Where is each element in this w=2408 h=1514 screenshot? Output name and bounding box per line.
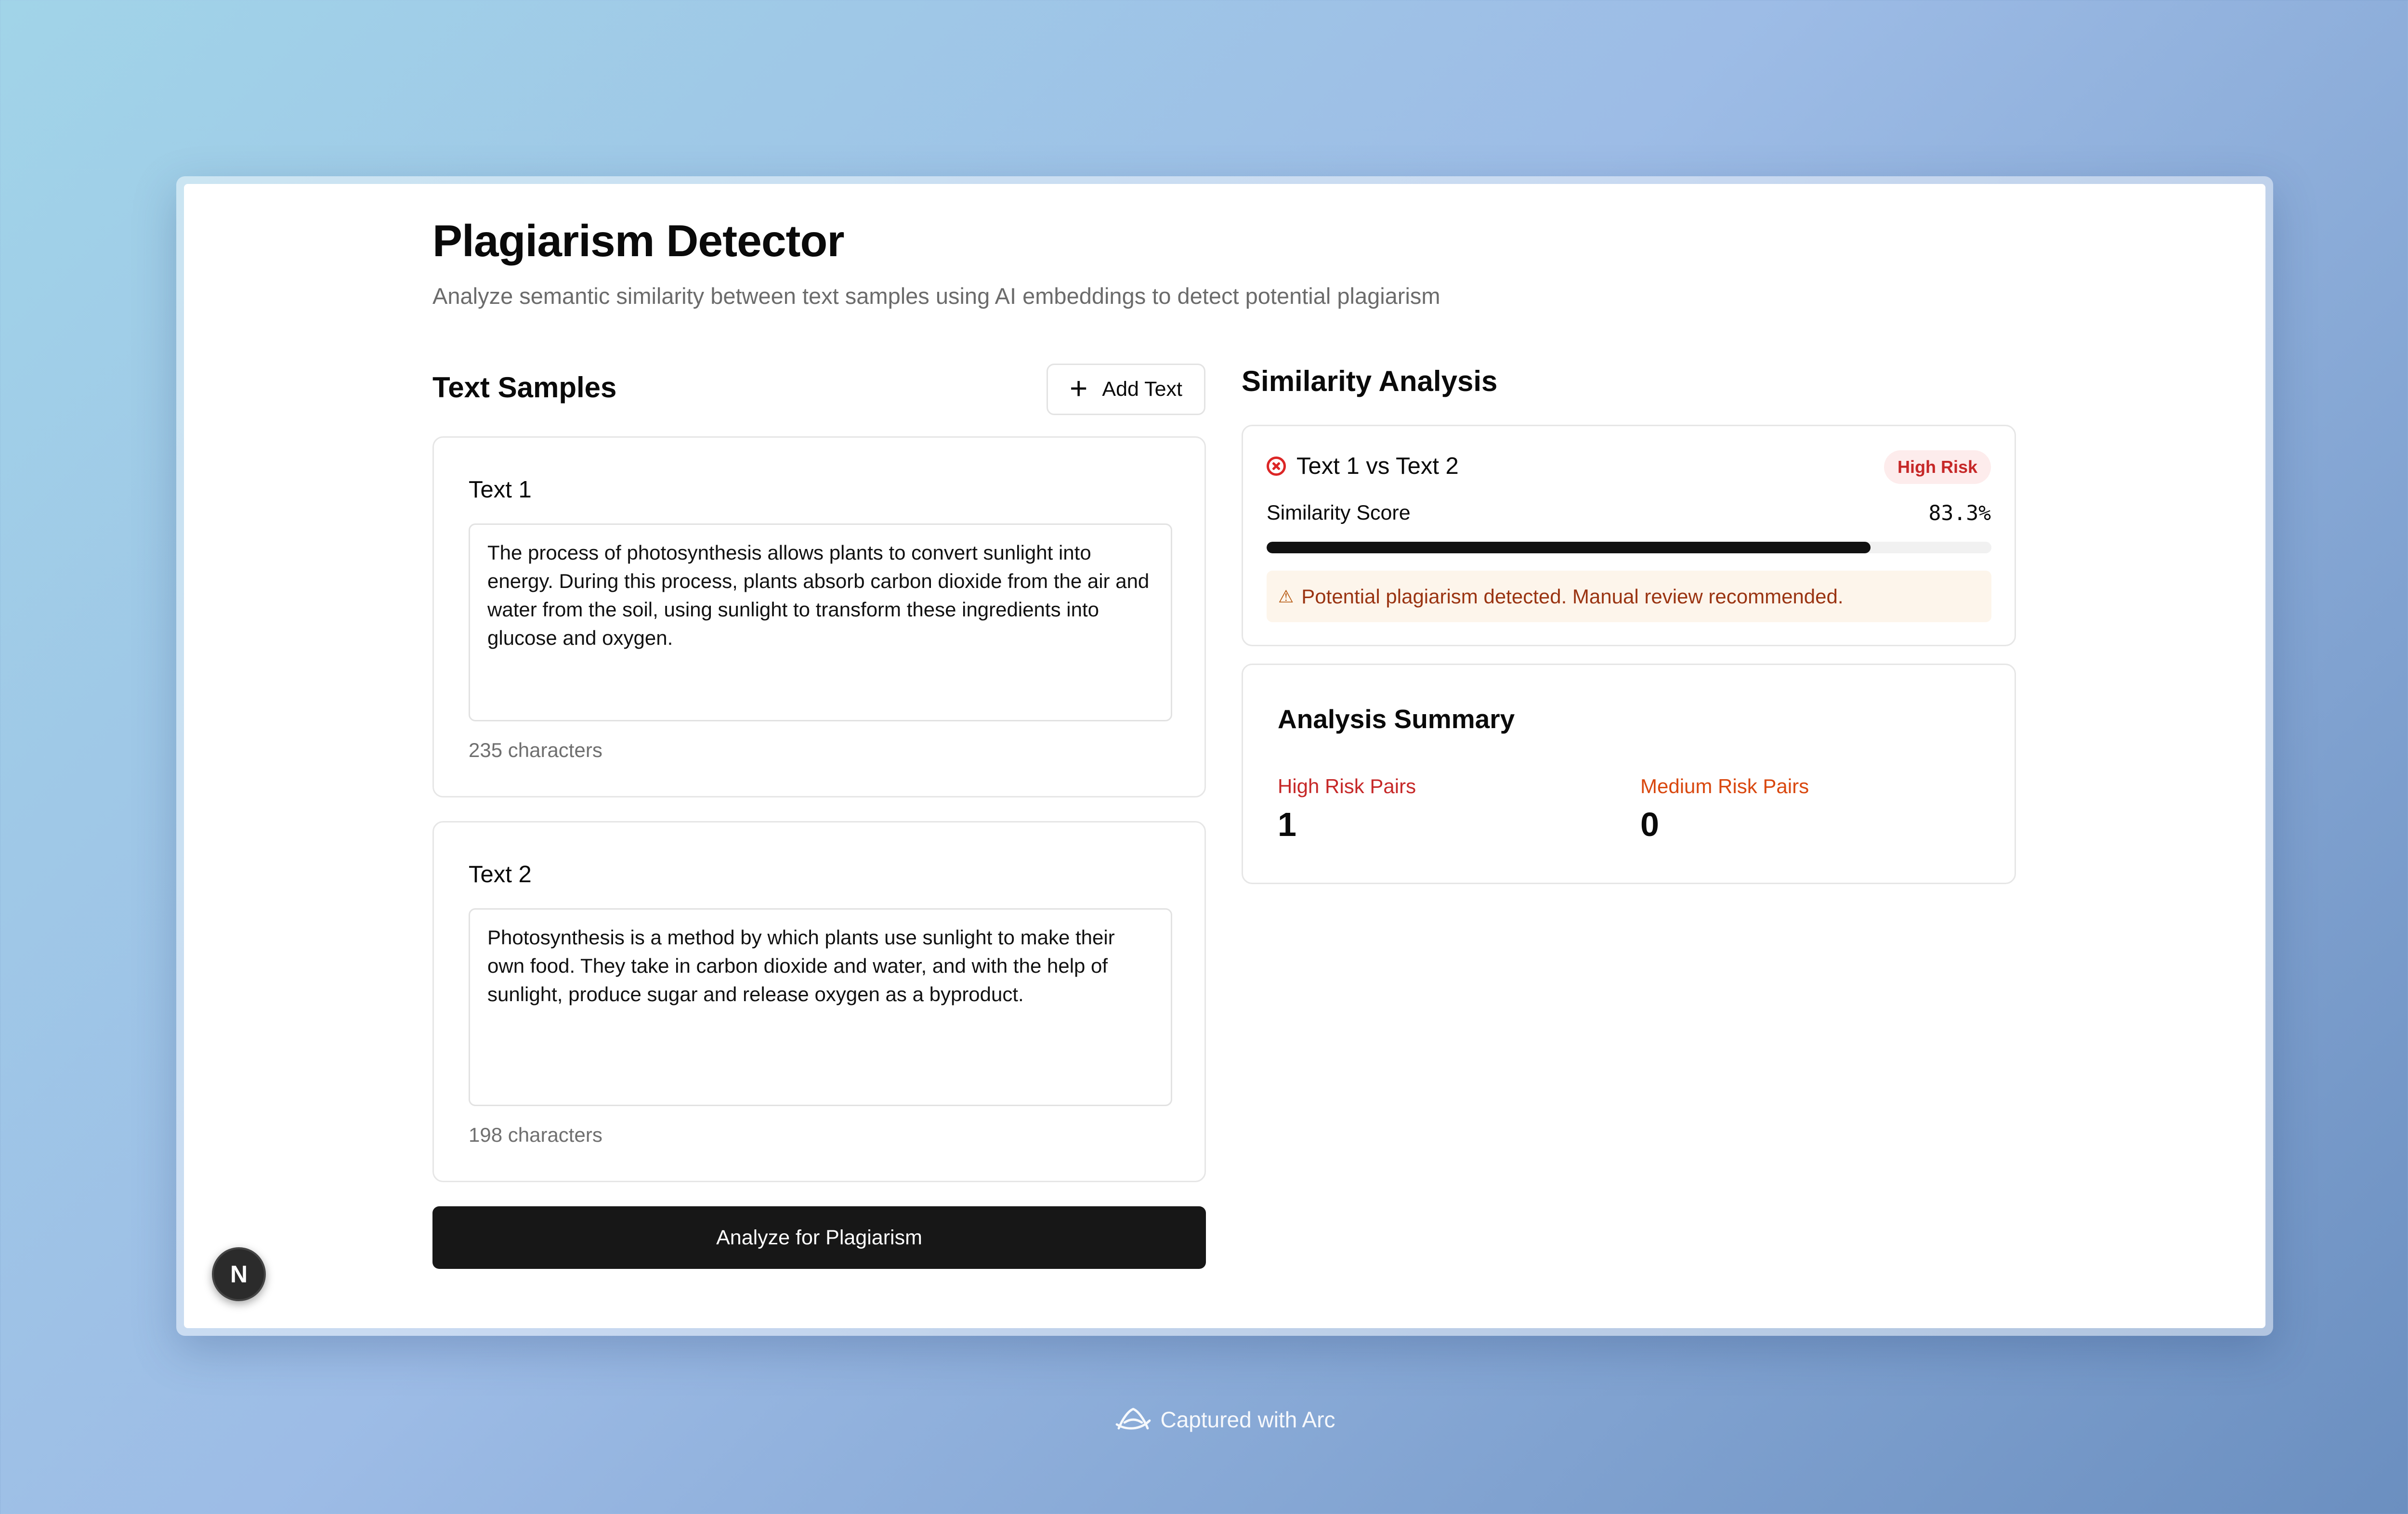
character-count: 235 characters xyxy=(469,739,602,761)
risk-badge: High Risk xyxy=(1884,450,1991,484)
similarity-analysis-heading: Similarity Analysis xyxy=(1242,365,1498,397)
text-sample-label: Text 2 xyxy=(469,861,532,888)
result-header: Text 1 vs Text 2 xyxy=(1267,453,1459,480)
text-sample-card-2: Text 2 Photosynthesis is a method by whi… xyxy=(432,821,1206,1182)
x-circle-icon xyxy=(1267,457,1286,476)
nextjs-dev-badge[interactable]: N xyxy=(212,1247,266,1301)
warning-alert: ⚠ Potential plagiarism detected. Manual … xyxy=(1267,571,1991,622)
pair-label: Text 1 vs Text 2 xyxy=(1296,453,1459,479)
text-samples-heading: Text Samples xyxy=(432,371,617,404)
similarity-result-card: Text 1 vs Text 2 High Risk Similarity Sc… xyxy=(1242,425,2016,646)
plus-icon: + xyxy=(1070,370,1088,405)
medium-risk-count: 0 xyxy=(1640,806,1659,843)
page-subtitle: Analyze semantic similarity between text… xyxy=(432,283,1440,309)
medium-risk-label: Medium Risk Pairs xyxy=(1640,775,1809,797)
text-sample-textarea[interactable]: Photosynthesis is a method by which plan… xyxy=(469,908,1172,1106)
app-window: Plagiarism Detector Analyze semantic sim… xyxy=(184,184,2265,1328)
footer-caption-text: Captured with Arc xyxy=(1160,1407,1335,1432)
warning-triangle-icon: ⚠ xyxy=(1278,586,1294,606)
text-sample-card-1: Text 1 The process of photosynthesis all… xyxy=(432,436,1206,797)
add-text-label: Add Text xyxy=(1102,378,1182,401)
similarity-progress-bar xyxy=(1267,542,1991,553)
footer-caption: Captured with Arc xyxy=(0,1405,2408,1434)
summary-title: Analysis Summary xyxy=(1278,704,1515,734)
character-count: 198 characters xyxy=(469,1123,602,1146)
high-risk-count: 1 xyxy=(1278,806,1296,843)
text-sample-textarea[interactable]: The process of photosynthesis allows pla… xyxy=(469,523,1172,721)
add-text-button[interactable]: + Add Text xyxy=(1047,364,1205,415)
browser-frame: Plagiarism Detector Analyze semantic sim… xyxy=(176,176,2273,1336)
analysis-summary-card: Analysis Summary High Risk Pairs 1 Mediu… xyxy=(1242,664,2016,884)
warning-text: Potential plagiarism detected. Manual re… xyxy=(1301,585,1844,608)
similarity-score-label: Similarity Score xyxy=(1267,501,1411,524)
analyze-button[interactable]: Analyze for Plagiarism xyxy=(432,1206,1206,1269)
text-sample-label: Text 1 xyxy=(469,477,532,503)
page-title: Plagiarism Detector xyxy=(432,216,845,266)
arc-logo-icon xyxy=(1116,1408,1151,1430)
high-risk-label: High Risk Pairs xyxy=(1278,775,1416,797)
similarity-progress-fill xyxy=(1267,542,1871,553)
similarity-score-value: 83.3% xyxy=(1928,501,1991,525)
